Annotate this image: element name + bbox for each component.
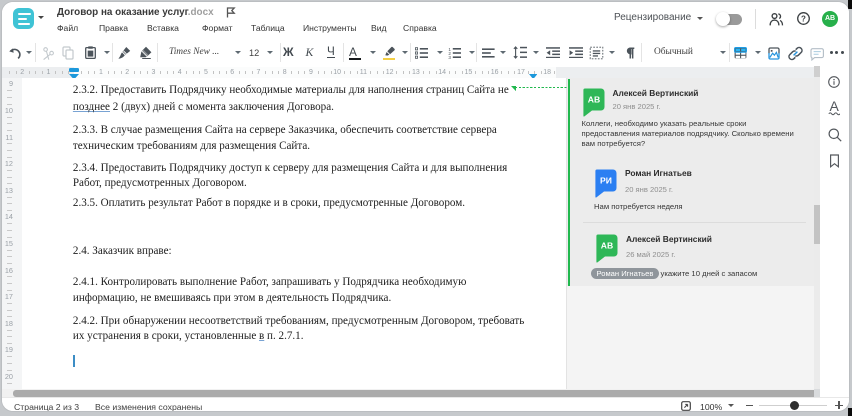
svg-text:?: ? [801,15,806,24]
svg-text:АВ: АВ [587,95,599,105]
svg-text:3: 3 [448,55,451,59]
svg-text:РИ: РИ [600,176,612,186]
svg-text:А: А [829,99,839,114]
svg-text:АВ: АВ [601,241,613,251]
